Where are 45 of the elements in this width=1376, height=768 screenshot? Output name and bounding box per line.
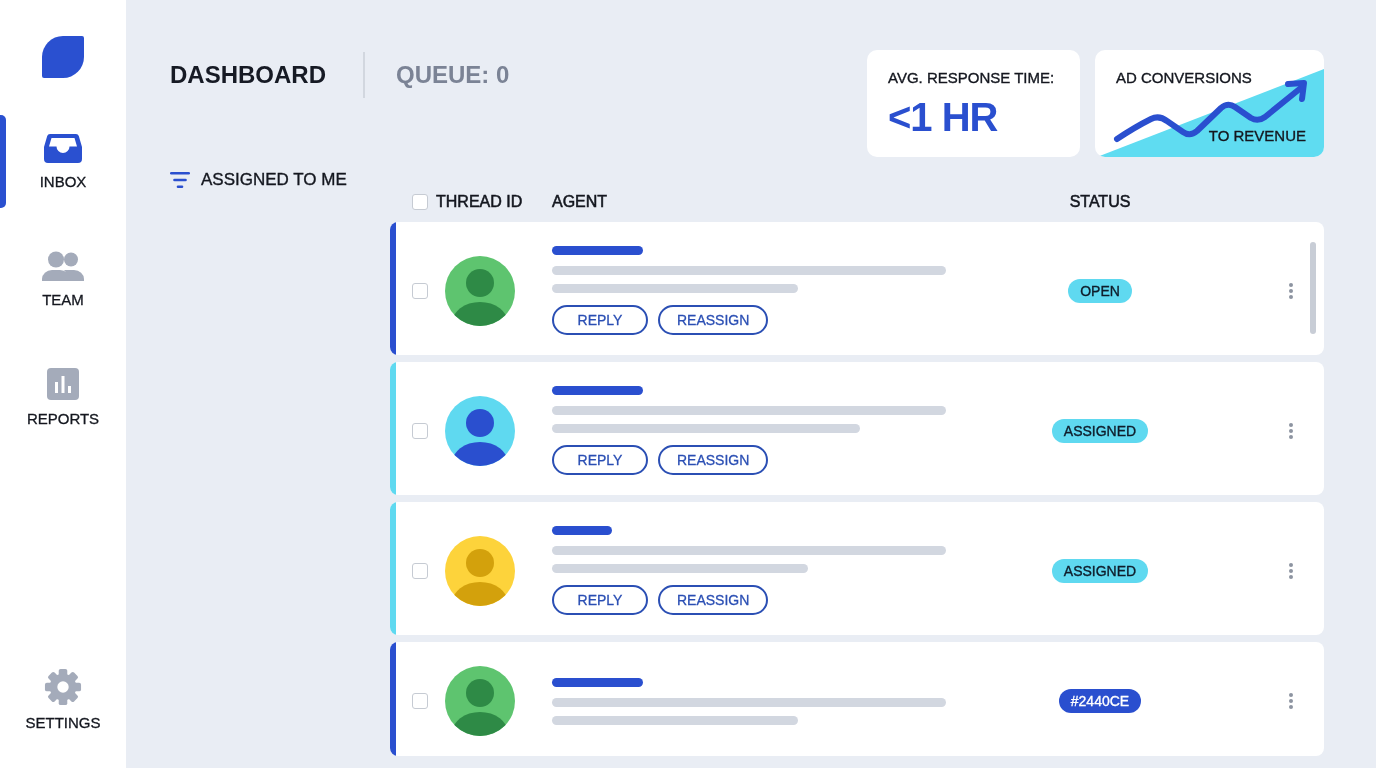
row-checkbox[interactable] [412, 693, 428, 709]
more-options-icon[interactable] [1289, 562, 1293, 579]
more-options-icon[interactable] [1289, 693, 1293, 709]
thread-row[interactable]: REPLY REASSIGN ASSIGNED [390, 362, 1324, 495]
status-badge: ASSIGNED [1051, 418, 1149, 443]
action-button[interactable]: REPLY [552, 445, 648, 475]
inbox-tray-icon [44, 133, 82, 163]
metric-value: <1 HR [888, 97, 999, 137]
row-checkbox[interactable] [412, 562, 428, 579]
trend-caption: TO REVENUE [1208, 127, 1306, 144]
metric-label: AVG. RESPONSE TIME: [888, 69, 1056, 86]
nav-item[interactable]: INBOX [0, 115, 126, 208]
metric-label: AD CONVERSIONS [1116, 69, 1253, 86]
action-button[interactable]: REASSIGN [658, 445, 769, 475]
settings-icon [44, 668, 82, 706]
action-button[interactable]: REASSIGN [658, 585, 769, 615]
status-badge: OPEN [1068, 278, 1132, 303]
more-options-icon[interactable] [1289, 422, 1293, 439]
row-checkbox[interactable] [412, 422, 428, 439]
action-button[interactable]: REPLY [552, 305, 648, 335]
action-button[interactable]: REPLY [552, 585, 648, 615]
filter-icon [170, 172, 190, 188]
scrollbar[interactable] [1310, 242, 1316, 334]
status-badge: ASSIGNED [1051, 558, 1149, 583]
more-options-icon[interactable] [1289, 282, 1293, 299]
nav-item[interactable]: REPORTS [0, 351, 126, 444]
queue-count: QUEUE: 0 [396, 61, 510, 89]
title-placeholder-bar [552, 526, 612, 535]
column-header: STATUS [1069, 193, 1131, 210]
nav-item[interactable]: SETTINGS [0, 653, 126, 746]
action-button[interactable]: REASSIGN [658, 305, 769, 335]
thread-row[interactable]: #2440CE [390, 642, 1324, 756]
thread-row[interactable]: REPLY REASSIGN ASSIGNED [390, 502, 1324, 635]
page-title: DASHBOARD [170, 61, 326, 89]
nav-item[interactable]: TEAM [0, 233, 126, 326]
column-header: THREAD ID [436, 193, 523, 211]
row-checkbox[interactable] [412, 282, 428, 299]
status-badge: #2440CE [1058, 689, 1142, 713]
thread-row[interactable]: REPLY REASSIGN OPEN [390, 222, 1324, 355]
select-all-checkbox[interactable] [412, 194, 428, 210]
people-icon [41, 251, 85, 281]
filter-button[interactable]: ASSIGNED TO ME [170, 170, 347, 190]
column-header: AGENT [552, 193, 608, 210]
bar-chart-icon [47, 368, 79, 400]
logo-icon [42, 36, 84, 78]
